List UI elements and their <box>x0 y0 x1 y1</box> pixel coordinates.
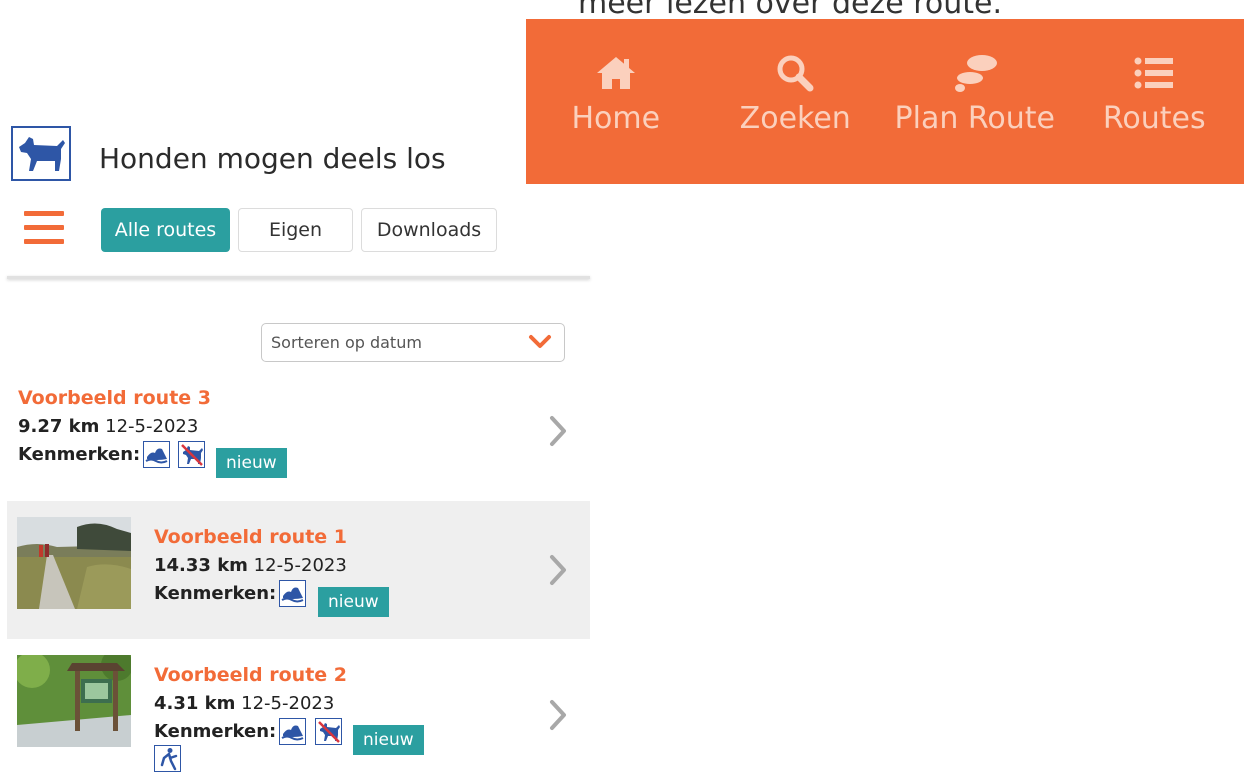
tab-home[interactable]: Home <box>526 19 706 184</box>
menu-hamburger-icon[interactable] <box>24 211 64 247</box>
header-divider <box>7 276 590 279</box>
chevron-right-icon <box>548 699 568 735</box>
water-icon <box>279 580 306 607</box>
tab-plan-route[interactable]: Plan Route <box>885 19 1065 184</box>
no-dogs-icon <box>315 718 342 745</box>
chevron-right-icon <box>548 415 568 451</box>
clipped-description-text: meer lezen over deze route. <box>578 0 1002 21</box>
wheelchair-icon <box>154 745 181 772</box>
search-icon <box>771 49 819 97</box>
tab-routes-label: Routes <box>1103 101 1206 136</box>
route-meta: 14.33 km 12-5-2023 <box>154 555 347 576</box>
route-meta: 9.27 km 12-5-2023 <box>18 416 198 437</box>
tab-plan-route-label: Plan Route <box>895 101 1055 136</box>
chevron-down-icon <box>528 333 552 355</box>
chevron-right-icon <box>548 554 568 590</box>
route-thumbnail <box>17 517 131 609</box>
tab-routes[interactable]: Routes <box>1065 19 1244 184</box>
route-list-item[interactable]: Voorbeeld route 2 4.31 km 12-5-2023 Kenm… <box>7 641 590 771</box>
water-icon <box>143 441 170 468</box>
route-list-item[interactable]: Voorbeeld route 3 9.27 km 12-5-2023 Kenm… <box>7 380 590 500</box>
bottom-tab-bar: Home Zoeken Plan Route Routes <box>526 19 1244 184</box>
route-title: Voorbeeld route 2 <box>154 664 347 686</box>
route-meta: 4.31 km 12-5-2023 <box>154 693 334 714</box>
footsteps-icon <box>951 49 999 97</box>
tab-home-label: Home <box>571 101 660 136</box>
tab-search-label: Zoeken <box>740 101 851 136</box>
route-list-item[interactable]: Voorbeeld route 1 14.33 km 12-5-2023 Ken… <box>7 501 590 639</box>
new-badge: nieuw <box>353 725 424 755</box>
route-features-label: Kenmerken: <box>154 583 276 604</box>
no-dogs-icon <box>178 441 205 468</box>
tab-search[interactable]: Zoeken <box>706 19 886 184</box>
filter-tab-downloads[interactable]: Downloads <box>361 208 497 252</box>
route-distance: 14.33 km <box>154 555 248 576</box>
water-icon <box>279 718 306 745</box>
route-distance: 4.31 km <box>154 693 235 714</box>
route-thumbnail <box>17 655 131 747</box>
new-badge: nieuw <box>216 448 287 478</box>
dog-icon <box>11 126 71 181</box>
route-distance: 9.27 km <box>18 416 99 437</box>
filter-tab-all-routes[interactable]: Alle routes <box>101 208 230 252</box>
home-icon <box>592 49 640 97</box>
route-title: Voorbeeld route 1 <box>154 526 347 548</box>
new-badge: nieuw <box>318 587 389 617</box>
route-title: Voorbeeld route 3 <box>18 387 211 409</box>
sort-select-value: Sorteren op datum <box>271 333 422 352</box>
sort-select[interactable]: Sorteren op datum <box>261 323 565 362</box>
route-date: 12-5-2023 <box>241 693 334 714</box>
dog-rule-heading: Honden mogen deels los <box>99 142 446 175</box>
route-features-label: Kenmerken: <box>18 444 140 465</box>
route-date: 12-5-2023 <box>105 416 198 437</box>
route-date: 12-5-2023 <box>254 555 347 576</box>
route-features-label: Kenmerken: <box>154 721 276 742</box>
filter-tab-own[interactable]: Eigen <box>238 208 353 252</box>
list-icon <box>1130 49 1178 97</box>
